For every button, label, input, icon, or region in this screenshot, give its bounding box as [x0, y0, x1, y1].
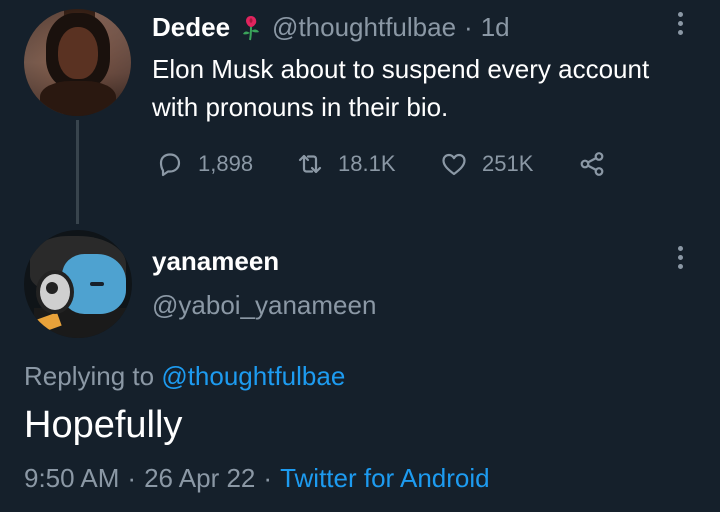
reply-display-name[interactable]: yanameen	[152, 246, 279, 276]
replying-to-mention[interactable]: @thoughtfulbae	[161, 361, 345, 391]
share-button[interactable]	[578, 146, 606, 182]
thread-connector-line	[76, 120, 79, 224]
reply-time[interactable]: 9:50 AM	[24, 463, 119, 493]
rose-icon	[243, 16, 260, 41]
reply-handle[interactable]: @yaboi_yanameen	[152, 290, 376, 320]
more-options-icon[interactable]	[676, 12, 684, 40]
like-count: 251K	[482, 151, 534, 176]
retweet-icon	[298, 154, 322, 174]
parent-timestamp[interactable]: 1d	[481, 12, 510, 42]
reply-icon	[159, 153, 181, 177]
retweet-count: 18.1K	[338, 151, 396, 176]
reply-count: 1,898	[198, 151, 254, 176]
reply-metadata: 9:50 AM · 26 Apr 22 · Twitter for Android	[24, 462, 490, 494]
parent-handle[interactable]: @thoughtfulbae	[272, 12, 456, 42]
separator-dot: ·	[127, 463, 137, 493]
parent-action-bar: 1,898 18.1K 251K	[156, 146, 626, 182]
reply-button[interactable]: 1,898	[156, 146, 253, 182]
more-options-icon[interactable]	[676, 246, 684, 274]
like-button[interactable]: 251K	[440, 146, 533, 182]
share-icon	[580, 152, 604, 176]
separator-dot: ·	[464, 12, 473, 42]
reply-date[interactable]: 26 Apr 22	[144, 463, 255, 493]
parent-tweet-header: Dedee @thoughtfulbae · 1d	[152, 12, 510, 42]
avatar-yanameen[interactable]	[24, 230, 132, 338]
tweet-thread: Dedee @thoughtfulbae · 1d Elon Musk abou…	[0, 0, 720, 512]
parent-display-name[interactable]: Dedee	[152, 12, 230, 42]
reply-tweet-text: Hopefully	[24, 404, 183, 446]
avatar-dedee[interactable]	[24, 9, 131, 116]
heart-icon	[442, 153, 466, 176]
parent-tweet-text: Elon Musk about to suspend every account…	[152, 54, 650, 122]
retweet-button[interactable]: 18.1K	[296, 146, 396, 182]
replying-to-label: Replying to	[24, 361, 155, 391]
separator-dot: ·	[263, 463, 273, 493]
reply-source-link[interactable]: Twitter for Android	[280, 463, 490, 493]
replying-to-line: Replying to @thoughtfulbae	[24, 360, 345, 392]
